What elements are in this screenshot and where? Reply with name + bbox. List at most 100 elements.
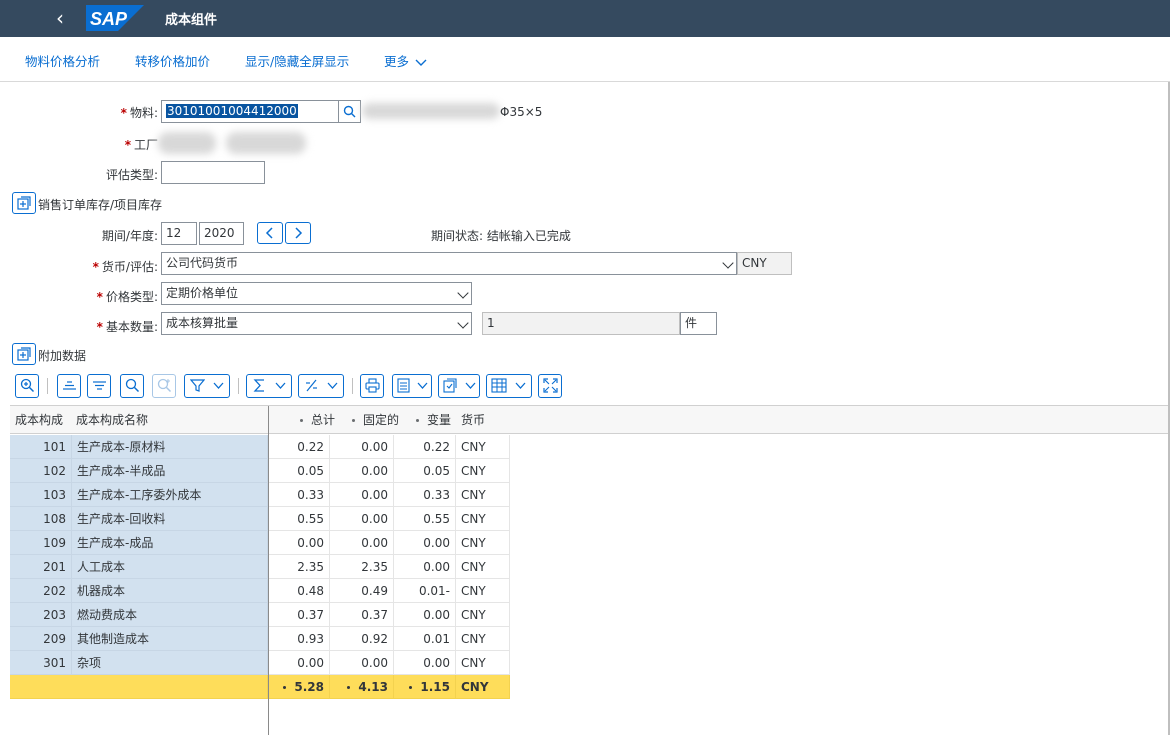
cell-code[interactable]: 201 [10,555,72,579]
cell-fixed[interactable]: 0.00 [330,507,394,531]
cell-total[interactable]: 0.22 [268,435,330,459]
filter-button[interactable] [184,374,230,398]
subtotal-button[interactable] [298,374,344,398]
cell-currency[interactable]: CNY [456,435,510,459]
cell-code[interactable]: 103 [10,483,72,507]
sum-icon [253,379,264,392]
cell-variable[interactable]: 0.33 [394,483,456,507]
cell-currency[interactable]: CNY [456,531,510,555]
cell-total[interactable]: 2.35 [268,555,330,579]
total-button[interactable] [246,374,292,398]
toggle-fullscreen-button[interactable]: 显示/隐藏全屏显示 [245,51,349,70]
cell-total[interactable]: 0.05 [268,459,330,483]
cell-total[interactable]: 0.93 [268,627,330,651]
sales-order-stock-expand-button[interactable] [12,192,36,214]
cell-currency[interactable]: CNY [456,627,510,651]
cell-variable[interactable]: 0.01- [394,579,456,603]
additional-data-expand-button[interactable] [12,343,36,365]
cell-name[interactable]: 生产成本-半成品 [72,459,268,483]
cell-fixed[interactable]: 0.00 [330,651,394,675]
cell-name[interactable]: 生产成本-工序委外成本 [72,483,268,507]
valuation-type-label: 评估类型: [105,168,158,182]
cell-name[interactable]: 生产成本-成品 [72,531,268,555]
column-header-component[interactable]: 成本构成 [15,406,63,434]
cell-fixed[interactable]: 0.92 [330,627,394,651]
previous-period-button[interactable] [257,222,283,244]
cell-total[interactable]: 0.00 [268,651,330,675]
cell-variable[interactable]: 0.00 [394,531,456,555]
print-button[interactable] [360,374,384,398]
sort-descending-button[interactable] [87,374,111,398]
cell-fixed[interactable]: 2.35 [330,555,394,579]
cell-name[interactable]: 生产成本-原材料 [72,435,268,459]
cell-currency[interactable]: CNY [456,579,510,603]
cell-fixed[interactable]: 0.00 [330,483,394,507]
details-button[interactable] [15,374,39,398]
year-input[interactable]: 2020 [199,222,244,245]
cell-code[interactable]: 109 [10,531,72,555]
cell-variable[interactable]: 0.05 [394,459,456,483]
cell-currency[interactable]: CNY [456,603,510,627]
cell-variable[interactable]: 0.22 [394,435,456,459]
views-button[interactable] [392,374,432,398]
find-button[interactable] [120,374,144,398]
cell-variable[interactable]: 0.00 [394,555,456,579]
back-icon[interactable]: ‹ [50,6,70,30]
cell-fixed[interactable]: 0.37 [330,603,394,627]
cell-fixed[interactable]: 0.00 [330,459,394,483]
cell-currency[interactable]: CNY [456,651,510,675]
cell-fixed[interactable]: 0.00 [330,435,394,459]
find-next-button[interactable] [152,374,176,398]
base-quantity-select[interactable]: 成本核算批量 [161,312,472,335]
cell-fixed[interactable]: 0.49 [330,579,394,603]
cell-code[interactable]: 101 [10,435,72,459]
cell-name[interactable]: 燃动费成本 [72,603,268,627]
cell-total[interactable]: 0.37 [268,603,330,627]
frozen-column-divider [268,406,269,735]
cell-code[interactable]: 209 [10,627,72,651]
price-type-select[interactable]: 定期价格单位 [161,282,472,305]
column-header-fixed[interactable]: 固定的 [340,406,404,434]
layout-button[interactable] [486,374,532,398]
cell-name[interactable]: 生产成本-回收料 [72,507,268,531]
valuation-type-input[interactable] [161,161,265,184]
column-header-currency[interactable]: 货币 [461,406,485,434]
export-button[interactable] [438,374,480,398]
cell-total[interactable]: 0.00 [268,531,330,555]
cell-total[interactable]: 0.33 [268,483,330,507]
cell-fixed[interactable]: 0.00 [330,531,394,555]
cell-code[interactable]: 203 [10,603,72,627]
cell-name[interactable]: 其他制造成本 [72,627,268,651]
currency-valuation-select[interactable]: 公司代码货币 [161,252,737,275]
cell-currency[interactable]: CNY [456,555,510,579]
cell-name[interactable]: 杂项 [72,651,268,675]
more-button[interactable]: 更多 [384,51,427,70]
cell-currency[interactable]: CNY [456,459,510,483]
period-input[interactable]: 12 [161,222,197,245]
sort-ascending-button[interactable] [57,374,81,398]
cell-currency[interactable]: CNY [456,507,510,531]
cell-code[interactable]: 102 [10,459,72,483]
cell-total[interactable]: 0.55 [268,507,330,531]
cell-total[interactable]: 0.48 [268,579,330,603]
material-price-analysis-button[interactable]: 物料价格分析 [25,51,100,70]
material-input[interactable]: 30101001004412000 [161,100,339,123]
cell-code[interactable]: 108 [10,507,72,531]
transfer-price-markup-button[interactable]: 转移价格加价 [135,51,210,70]
column-header-total[interactable]: 总计 [278,406,340,434]
cell-code[interactable]: 202 [10,579,72,603]
cell-variable[interactable]: 0.55 [394,507,456,531]
chevron-down-icon [213,382,224,389]
fullscreen-button[interactable] [538,374,562,398]
cell-variable[interactable]: 0.00 [394,651,456,675]
cell-name[interactable]: 人工成本 [72,555,268,579]
cell-variable[interactable]: 0.01 [394,627,456,651]
cell-name[interactable]: 机器成本 [72,579,268,603]
cell-code[interactable]: 301 [10,651,72,675]
cell-currency[interactable]: CNY [456,483,510,507]
next-period-button[interactable] [285,222,311,244]
column-header-component-name[interactable]: 成本构成名称 [76,406,148,434]
column-header-variable[interactable]: 变量 [404,406,456,434]
cell-variable[interactable]: 0.00 [394,603,456,627]
material-search-button[interactable] [339,100,361,123]
